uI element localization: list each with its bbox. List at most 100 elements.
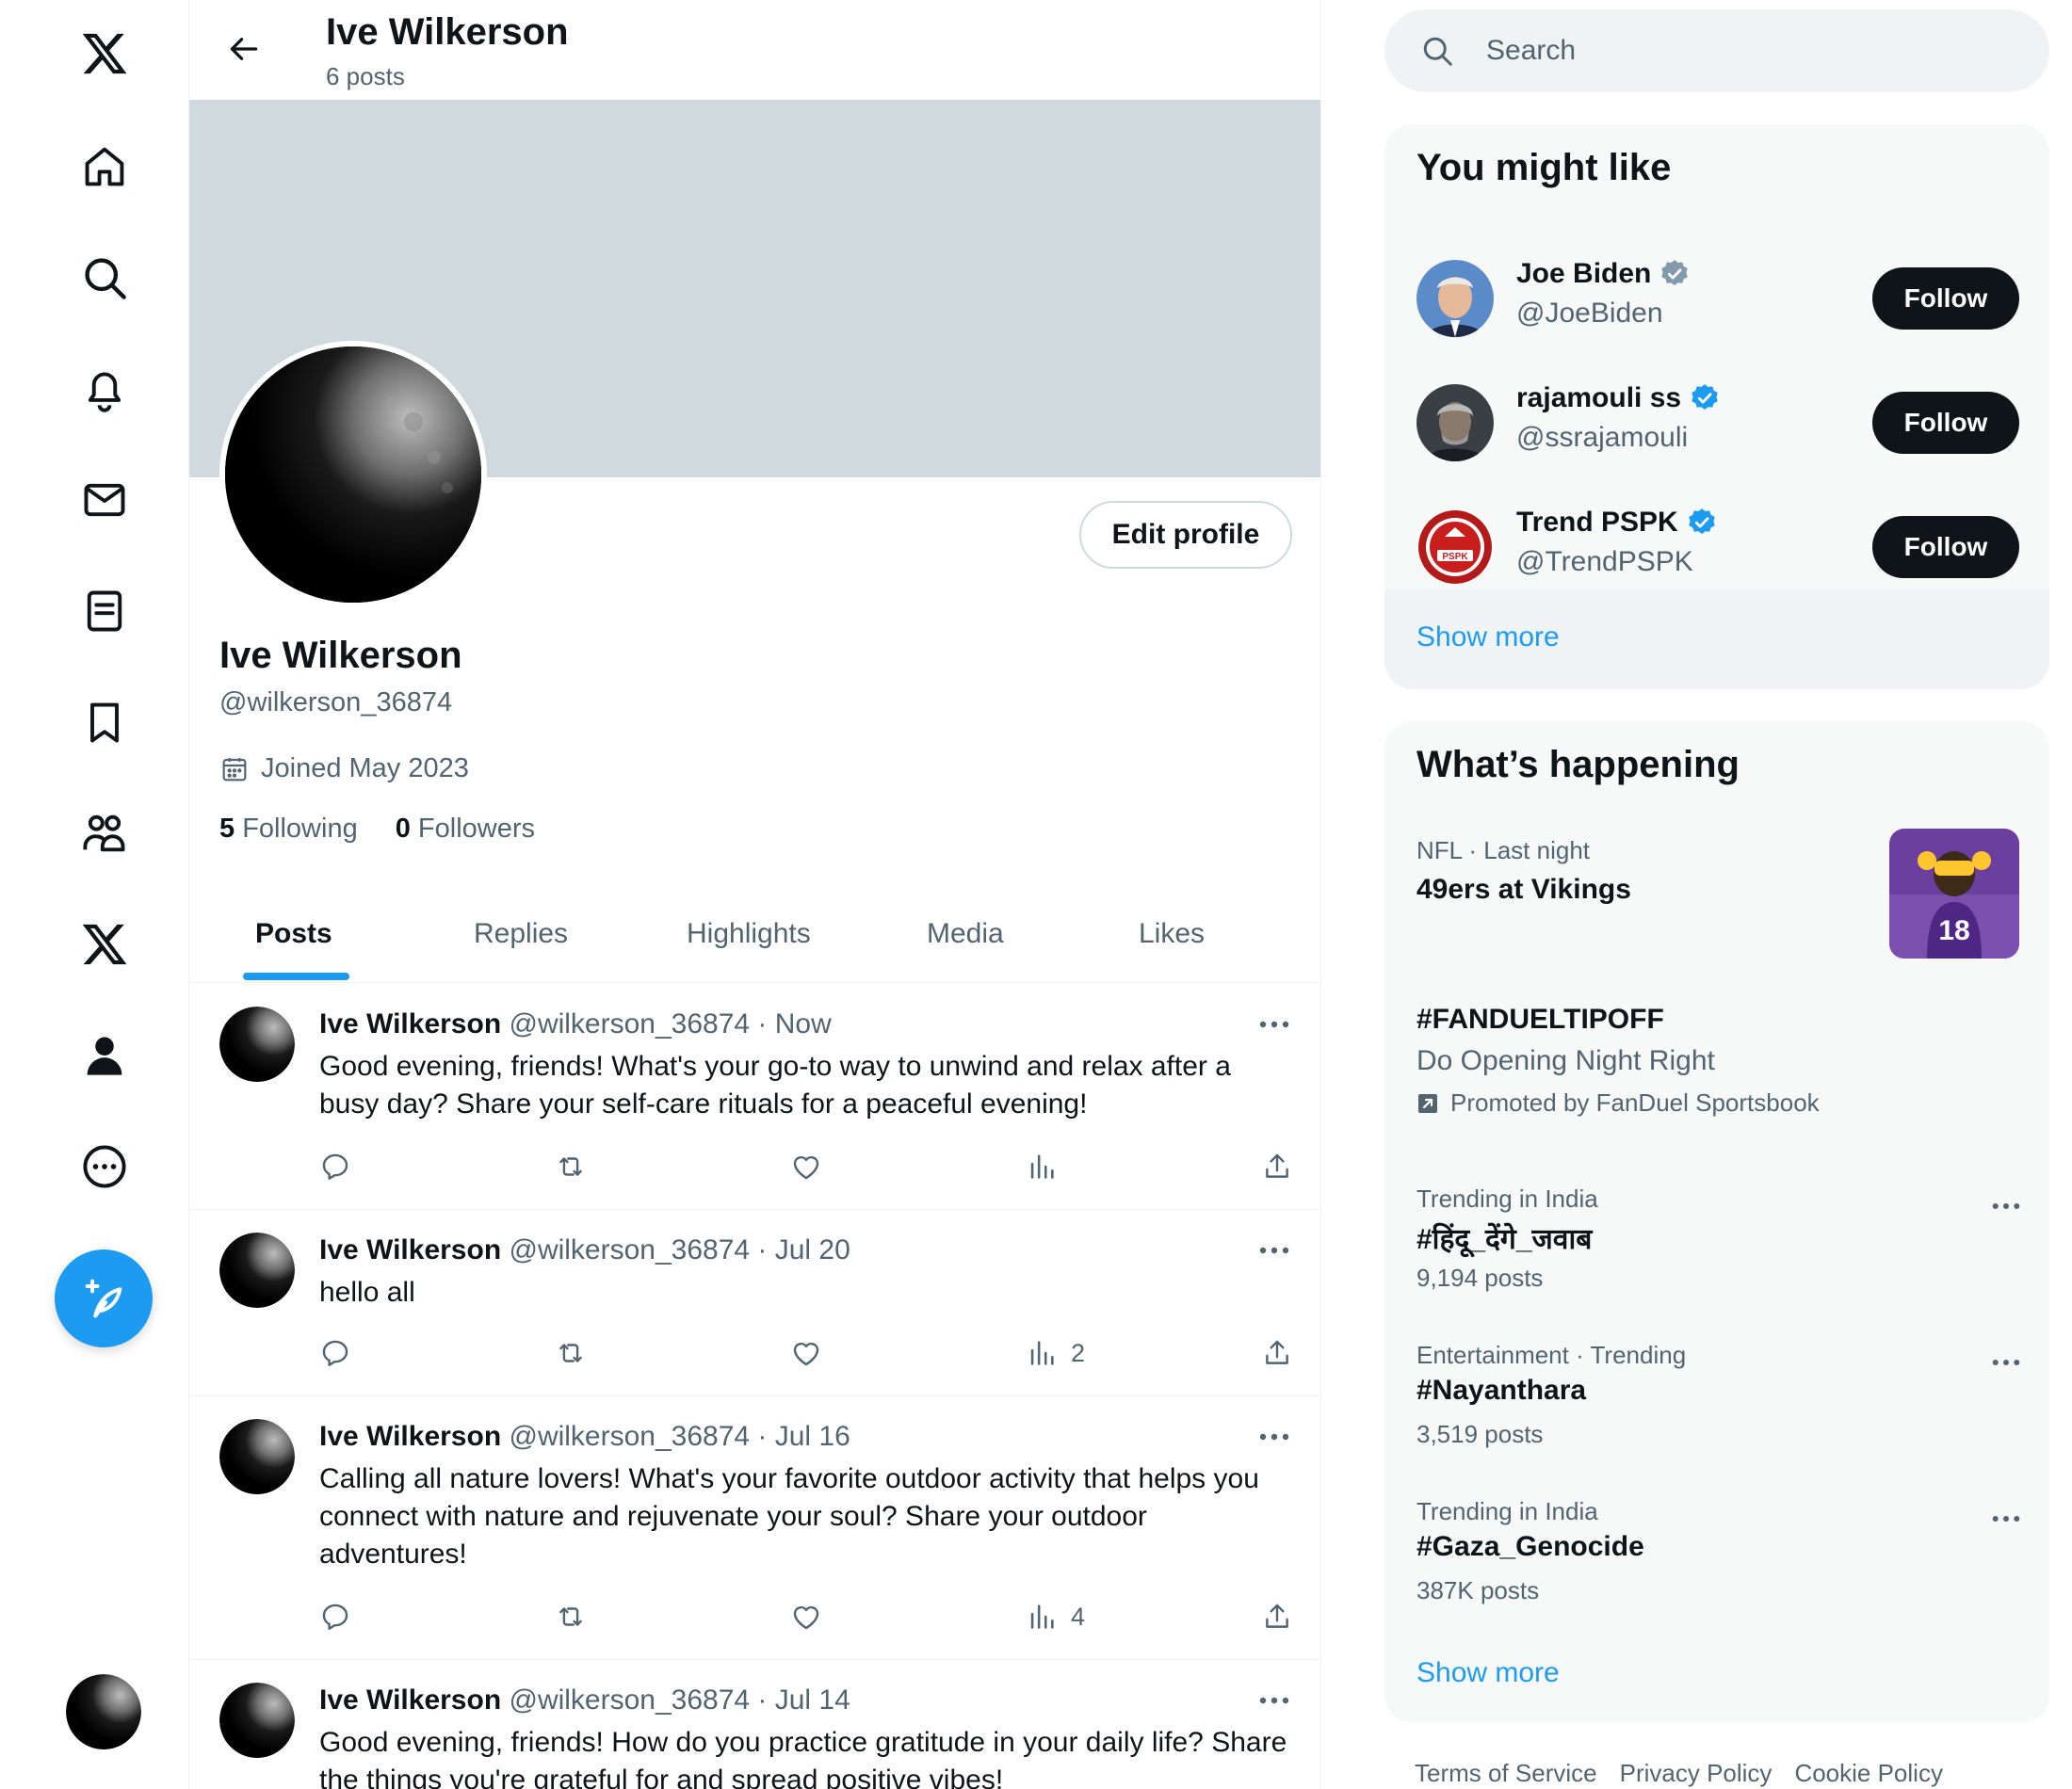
tab-likes[interactable]: Likes [1139,885,1205,983]
post[interactable]: Ive Wilkerson @wilkerson_36874 · Now Goo… [189,984,1320,1210]
trend-more-icon[interactable] [1987,1505,2025,1533]
trend-more-icon[interactable] [1987,1348,2025,1377]
views-count: 2 [1071,1338,1086,1367]
repost-button[interactable] [555,1148,587,1185]
show-more-row[interactable]: Show more [1384,589,2049,689]
share-button[interactable] [1261,1598,1293,1636]
footer-link-cookies[interactable]: Cookie Policy [1794,1759,1943,1788]
repost-button[interactable] [555,1334,587,1372]
suggestion-handle: @ssrajamouli [1516,422,1689,453]
trend-item[interactable]: Trending in India #Gaza_Genocide 387K po… [1384,1490,2049,1621]
feather-plus-icon [85,1279,122,1318]
compose-post-button[interactable] [55,1249,153,1347]
post-author-name[interactable]: Ive Wilkerson [319,1684,501,1716]
follow-button[interactable]: Follow [1872,267,2019,330]
tab-replies[interactable]: Replies [474,885,568,983]
tab-media[interactable]: Media [927,885,1004,983]
trend-more-icon[interactable] [1987,1192,2025,1220]
x-logo-icon[interactable] [66,15,143,92]
post-author-name[interactable]: Ive Wilkerson [319,1008,501,1040]
tab-posts[interactable]: Posts [255,885,332,983]
post-author-name[interactable]: Ive Wilkerson [319,1421,501,1452]
repost-icon [559,1344,582,1362]
show-more-link[interactable]: Show more [1416,1657,1560,1689]
profile-person-icon[interactable] [66,1017,143,1094]
trend-item-promoted[interactable]: #FANDUELTIPOFF Do Opening Night Right Pr… [1384,1004,2049,1145]
reply-button[interactable] [319,1148,351,1185]
tab-highlights[interactable]: Highlights [687,885,811,983]
search-bar[interactable] [1384,9,2049,92]
svg-text:PSPK: PSPK [1442,552,1468,562]
more-circle-icon[interactable] [66,1128,143,1205]
trend-meta: Trending in India [1416,1497,1598,1525]
more-options-icon[interactable] [1254,1236,1295,1265]
share-button[interactable] [1261,1334,1293,1372]
lists-icon[interactable] [66,572,143,650]
post-avatar[interactable] [219,1007,295,1082]
post-meta: @wilkerson_36874 · Jul 20 [509,1234,850,1265]
repost-button[interactable] [555,1598,587,1636]
bookmarks-icon[interactable] [66,684,143,761]
post[interactable]: Ive Wilkerson @wilkerson_36874 · Jul 20 … [189,1210,1320,1396]
profile-avatar[interactable] [219,341,487,608]
followers-count: 0 [395,814,411,844]
post-avatar[interactable] [219,1683,295,1758]
views-button[interactable] [1026,1148,1071,1185]
communities-icon[interactable] [66,795,143,872]
home-icon[interactable] [66,128,143,205]
post-avatar[interactable] [219,1233,295,1308]
footer-link-terms[interactable]: Terms of Service [1415,1759,1597,1788]
promoted-icon [1418,1093,1437,1113]
like-button[interactable] [790,1334,822,1372]
premium-x-icon[interactable] [66,906,143,983]
trend-item[interactable]: Trending in India #हिंदू_देंगे_जवाब 9,19… [1384,1177,2049,1309]
following-label: Following [242,814,358,844]
views-button[interactable]: 4 [1026,1598,1085,1636]
search-icon[interactable] [66,239,143,316]
header-profile-name: Ive Wilkerson [326,11,569,53]
following-link[interactable]: 5 Following [219,814,358,845]
more-options-icon[interactable] [1254,1010,1295,1039]
show-more-link[interactable]: Show more [1416,621,1560,653]
trend-meta: Trending in India [1416,1185,1598,1213]
follow-button[interactable]: Follow [1872,516,2019,578]
share-button[interactable] [1261,1148,1293,1185]
like-button[interactable] [790,1598,822,1636]
post[interactable]: Ive Wilkerson @wilkerson_36874 · Jul 14 … [189,1660,1320,1789]
reply-button[interactable] [319,1598,351,1636]
suggestion-item[interactable]: Joe Biden @JoeBiden Follow [1384,237,2049,362]
back-arrow-icon[interactable] [216,21,272,77]
share-icon [1266,1604,1288,1628]
reply-icon [322,1153,348,1180]
edit-profile-button[interactable]: Edit profile [1079,501,1292,569]
views-button[interactable]: 2 [1026,1334,1085,1372]
follow-button[interactable]: Follow [1872,392,2019,454]
like-button[interactable] [790,1148,822,1185]
who-to-follow-title: You might like [1416,147,1672,188]
notifications-bell-icon[interactable] [66,350,143,427]
post-meta: @wilkerson_36874 · Jul 14 [509,1684,850,1716]
trend-item-featured[interactable]: NFL · Last night 49ers at Vikings 18 [1384,829,2049,987]
joined-text: Joined May 2023 [261,753,469,783]
suggestion-avatar[interactable] [1416,384,1494,461]
post-text: Good evening, friends! How do you practi… [319,1727,1287,1789]
post-avatar[interactable] [219,1419,295,1494]
reply-button[interactable] [319,1334,351,1372]
post[interactable]: Ive Wilkerson @wilkerson_36874 · Jul 16 … [189,1396,1320,1660]
trend-thumbnail: 18 [1889,829,2019,959]
trend-item[interactable]: Entertainment · Trending #Nayanthara 3,5… [1384,1333,2049,1465]
suggestion-item[interactable]: rajamouli ss @ssrajamouli Follow [1384,362,2049,486]
calendar-icon [222,757,247,781]
more-options-icon[interactable] [1254,1423,1295,1451]
post-author-name[interactable]: Ive Wilkerson [319,1234,501,1265]
suggestion-avatar[interactable]: PSPK [1416,508,1494,586]
repost-icon [559,1157,582,1176]
more-options-icon[interactable] [1254,1686,1295,1715]
messages-envelope-icon[interactable] [66,461,143,539]
account-avatar[interactable] [66,1674,141,1749]
footer-link-privacy[interactable]: Privacy Policy [1620,1759,1773,1788]
promoted-label: Promoted by FanDuel Sportsbook [1416,1088,1820,1118]
search-input[interactable] [1486,9,2014,92]
suggestion-avatar[interactable] [1416,260,1494,337]
followers-link[interactable]: 0 Followers [396,814,535,845]
